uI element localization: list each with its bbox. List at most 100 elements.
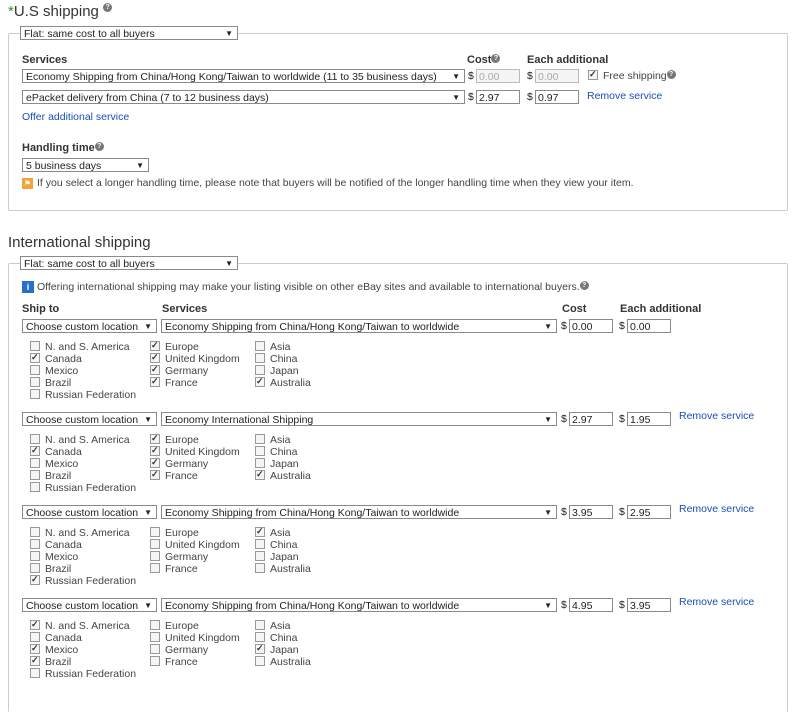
checkbox-box[interactable] [255, 365, 265, 375]
region-checkbox[interactable]: France [150, 468, 198, 482]
region-checkbox[interactable]: N. and S. America [30, 341, 130, 353]
region-checkbox[interactable]: Canada [30, 539, 82, 551]
checkbox-box[interactable] [255, 468, 265, 480]
checkbox-box[interactable] [255, 446, 265, 456]
checkbox-box[interactable] [30, 434, 40, 444]
region-checkbox[interactable]: Germany [150, 456, 208, 470]
intl-remove-service-link[interactable]: Remove service [679, 410, 754, 422]
checkbox-box[interactable] [30, 573, 40, 585]
intl-service-select[interactable]: Economy Shipping from China/Hong Kong/Ta… [161, 598, 557, 612]
region-checkbox[interactable]: China [255, 539, 297, 551]
checkbox-box[interactable] [150, 432, 160, 444]
region-checkbox[interactable]: Brazil [30, 654, 71, 668]
region-checkbox[interactable]: China [255, 353, 297, 365]
offer-additional-service-link[interactable]: Offer additional service [22, 111, 129, 123]
region-checkbox[interactable]: Asia [255, 434, 290, 446]
ship-to-select[interactable]: Choose custom location ▼ [22, 412, 157, 426]
region-checkbox[interactable]: Australia [255, 375, 311, 389]
checkbox-box[interactable] [30, 458, 40, 468]
checkbox-box[interactable] [150, 644, 160, 654]
intl-service-select[interactable]: Economy International Shipping ▼ [161, 412, 557, 426]
region-checkbox[interactable]: United Kingdom [150, 539, 240, 551]
checkbox-box[interactable] [30, 632, 40, 642]
region-checkbox[interactable]: France [150, 375, 198, 389]
region-checkbox[interactable]: N. and S. America [30, 618, 130, 632]
intl-shipping-type-select[interactable]: Flat: same cost to all buyers ▼ [20, 256, 238, 270]
checkbox-box[interactable] [150, 351, 160, 363]
checkbox-box[interactable] [30, 642, 40, 654]
intl-each-input[interactable]: 0.00 [627, 319, 671, 333]
intl-cost-input[interactable]: 2.97 [569, 412, 613, 426]
us-cost-input-1[interactable]: 0.00 [476, 69, 520, 83]
ship-to-select[interactable]: Choose custom location ▼ [22, 598, 157, 612]
intl-each-input[interactable]: 1.95 [627, 412, 671, 426]
region-checkbox[interactable]: Canada [30, 444, 82, 458]
checkbox-box[interactable] [30, 668, 40, 678]
help-icon[interactable]: ? [666, 70, 676, 79]
checkbox-box[interactable] [150, 656, 160, 666]
checkbox-box[interactable] [30, 444, 40, 456]
us-each-input-1[interactable]: 0.00 [535, 69, 579, 83]
checkbox-box[interactable] [30, 351, 40, 363]
checkbox-box[interactable] [30, 551, 40, 561]
region-checkbox[interactable]: United Kingdom [150, 632, 240, 644]
intl-remove-service-link[interactable]: Remove service [679, 503, 754, 515]
checkbox-box[interactable] [588, 68, 598, 80]
help-icon[interactable]: ? [579, 281, 589, 290]
ship-to-select[interactable]: Choose custom location ▼ [22, 319, 157, 333]
region-checkbox[interactable]: Asia [255, 341, 290, 353]
region-checkbox[interactable]: Australia [255, 563, 311, 575]
checkbox-box[interactable] [150, 363, 160, 375]
checkbox-box[interactable] [255, 375, 265, 387]
us-each-input-2[interactable]: 0.97 [535, 90, 579, 104]
region-checkbox[interactable]: Mexico [30, 365, 78, 377]
region-checkbox[interactable]: Asia [255, 620, 290, 632]
checkbox-box[interactable] [150, 375, 160, 387]
us-service-select-2[interactable]: ePacket delivery from China (7 to 12 bus… [22, 90, 465, 104]
region-checkbox[interactable]: Australia [255, 656, 311, 668]
region-checkbox[interactable]: Brazil [30, 470, 71, 482]
checkbox-box[interactable] [255, 642, 265, 654]
region-checkbox[interactable]: Japan [255, 642, 299, 656]
handling-time-select[interactable]: 5 business days ▼ [22, 158, 149, 172]
checkbox-box[interactable] [150, 456, 160, 468]
region-checkbox[interactable]: Brazil [30, 377, 71, 389]
checkbox-box[interactable] [255, 434, 265, 444]
help-icon[interactable]: ? [491, 54, 501, 63]
checkbox-box[interactable] [150, 563, 160, 573]
checkbox-box[interactable] [30, 618, 40, 630]
region-checkbox[interactable]: Japan [255, 551, 299, 563]
checkbox-box[interactable] [150, 468, 160, 480]
checkbox-box[interactable] [150, 551, 160, 561]
intl-service-select[interactable]: Economy Shipping from China/Hong Kong/Ta… [161, 319, 557, 333]
checkbox-box[interactable] [150, 527, 160, 537]
checkbox-box[interactable] [255, 353, 265, 363]
intl-each-input[interactable]: 2.95 [627, 505, 671, 519]
ship-to-select[interactable]: Choose custom location ▼ [22, 505, 157, 519]
checkbox-box[interactable] [255, 539, 265, 549]
checkbox-box[interactable] [30, 389, 40, 399]
us-remove-service-link[interactable]: Remove service [587, 90, 662, 102]
region-checkbox[interactable]: Russian Federation [30, 573, 136, 587]
checkbox-box[interactable] [30, 563, 40, 573]
region-checkbox[interactable]: Mexico [30, 458, 78, 470]
region-checkbox[interactable]: N. and S. America [30, 527, 130, 539]
checkbox-box[interactable] [150, 632, 160, 642]
region-checkbox[interactable]: France [150, 563, 198, 575]
checkbox-box[interactable] [150, 539, 160, 549]
checkbox-box[interactable] [255, 458, 265, 468]
checkbox-box[interactable] [255, 551, 265, 561]
checkbox-box[interactable] [150, 339, 160, 351]
intl-each-input[interactable]: 3.95 [627, 598, 671, 612]
checkbox-box[interactable] [255, 656, 265, 666]
intl-cost-input[interactable]: 0.00 [569, 319, 613, 333]
region-checkbox[interactable]: United Kingdom [150, 444, 240, 458]
region-checkbox[interactable]: Russian Federation [30, 389, 136, 401]
checkbox-box[interactable] [30, 482, 40, 492]
checkbox-box[interactable] [255, 525, 265, 537]
checkbox-box[interactable] [255, 632, 265, 642]
checkbox-box[interactable] [150, 444, 160, 456]
checkbox-box[interactable] [30, 377, 40, 387]
checkbox-box[interactable] [30, 527, 40, 537]
intl-service-select[interactable]: Economy Shipping from China/Hong Kong/Ta… [161, 505, 557, 519]
